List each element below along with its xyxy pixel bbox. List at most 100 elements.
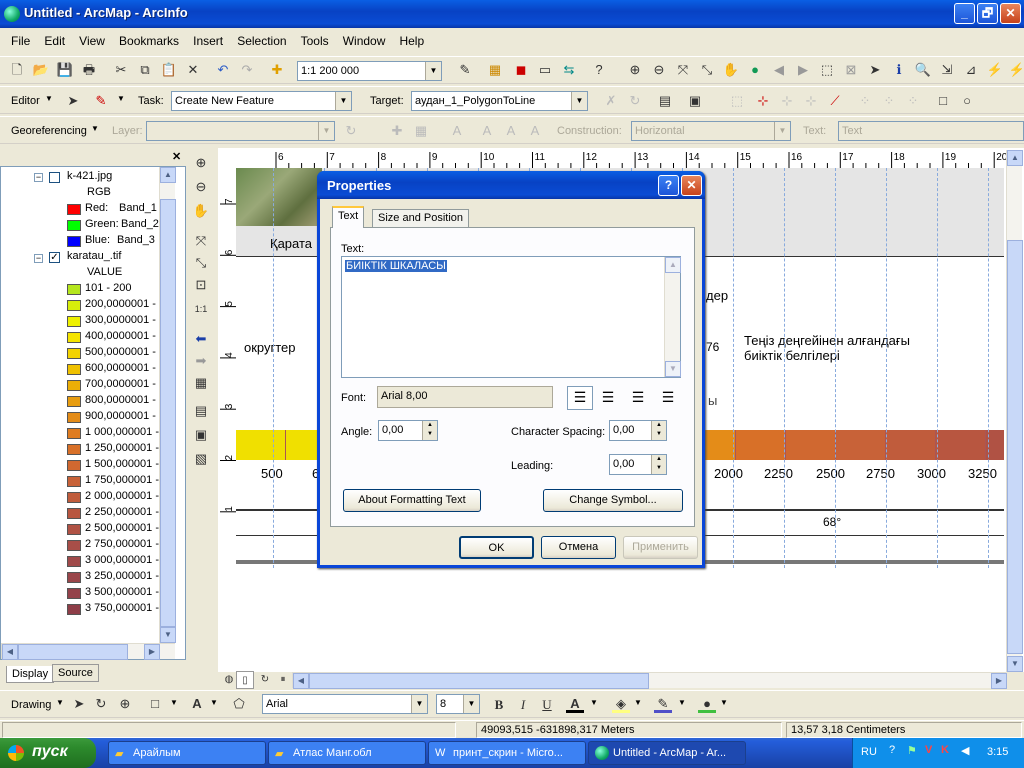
rotate-icon[interactable]: ↻ bbox=[342, 122, 360, 140]
restore-button[interactable]: 🗗 bbox=[977, 3, 998, 24]
map-topology-icon[interactable]: ⊹ bbox=[778, 92, 796, 110]
add-data-icon[interactable]: ✚ bbox=[268, 61, 286, 79]
fixed-zoom-in-icon[interactable]: ⤧ bbox=[674, 61, 692, 79]
class-swatch[interactable] bbox=[67, 572, 81, 583]
chevron-down-icon[interactable]: ▼ bbox=[425, 62, 441, 80]
toc-scrollbar[interactable]: ▲ ▼ bbox=[159, 167, 176, 643]
title-bar[interactable]: Untitled - ArcMap - ArcInfo _ 🗗 ✕ bbox=[0, 0, 1024, 28]
circle-icon[interactable]: ○ bbox=[958, 92, 976, 110]
redo-icon[interactable]: ↷ bbox=[238, 61, 256, 79]
drawing-menu[interactable]: Drawing bbox=[11, 699, 51, 711]
help-button[interactable]: ? bbox=[658, 175, 679, 196]
guide-line[interactable] bbox=[273, 168, 274, 568]
focus-data-frame-icon[interactable]: ▣ bbox=[192, 426, 210, 444]
target-combo[interactable]: аудан_1_PolygonToLine ▼ bbox=[411, 91, 588, 111]
class-swatch[interactable] bbox=[67, 540, 81, 551]
clear-selection-icon[interactable]: ⊠ bbox=[842, 61, 860, 79]
add-control-points-icon[interactable]: ✚ bbox=[388, 122, 406, 140]
italic-button[interactable]: I bbox=[514, 696, 532, 714]
layer-checkbox[interactable] bbox=[49, 172, 60, 183]
text-area-scrollbar[interactable]: ▲ ▼ bbox=[664, 257, 681, 377]
minimize-button[interactable]: _ bbox=[954, 3, 975, 24]
chevron-down-icon[interactable]: ▼ bbox=[91, 124, 99, 133]
chevron-down-icon[interactable]: ▼ bbox=[634, 698, 642, 707]
command-line-icon[interactable]: ▭ bbox=[536, 61, 554, 79]
network-icon[interactable]: ⚑ bbox=[907, 744, 917, 757]
scroll-left-icon[interactable]: ◀ bbox=[293, 673, 309, 689]
angle-input[interactable]: 0,00 ▲ ▼ bbox=[378, 420, 438, 441]
font-combo[interactable]: Arial ▼ bbox=[262, 694, 428, 714]
georeferencing-menu[interactable]: Georeferencing bbox=[11, 125, 87, 137]
guide-line[interactable] bbox=[835, 168, 836, 568]
topology-rules-icon[interactable]: ⁘ bbox=[904, 92, 922, 110]
sketch-tool-icon[interactable]: ✎ bbox=[92, 92, 110, 110]
scroll-thumb[interactable] bbox=[309, 673, 649, 689]
menu-insert[interactable]: Insert bbox=[193, 30, 223, 48]
help-icon[interactable]: ? bbox=[889, 744, 895, 756]
layout-view-icon[interactable]: ▯ bbox=[236, 671, 254, 689]
editor-toolbar-icon[interactable]: ✎ bbox=[456, 61, 474, 79]
attributes-icon[interactable]: ▤ bbox=[656, 92, 674, 110]
class-swatch[interactable] bbox=[67, 412, 81, 423]
class-swatch[interactable] bbox=[67, 380, 81, 391]
tab-text[interactable]: Text bbox=[332, 206, 365, 228]
print-icon[interactable]: 🖶 bbox=[80, 61, 98, 79]
chevron-down-icon[interactable]: ▼ bbox=[590, 698, 598, 707]
scroll-right-icon[interactable]: ▶ bbox=[991, 673, 1007, 689]
zoom-out-icon[interactable]: ⊖ bbox=[650, 61, 668, 79]
arccatalog-icon[interactable]: ▦ bbox=[486, 61, 504, 79]
map-text[interactable]: 76 bbox=[706, 340, 719, 354]
text-area[interactable]: БИІКТІК ШКАЛАСЫ ▲ ▼ bbox=[341, 256, 681, 378]
text-a-icon[interactable]: A bbox=[478, 122, 496, 140]
scroll-up-icon[interactable]: ▲ bbox=[160, 167, 176, 183]
toggle-draft-icon[interactable]: ▤ bbox=[192, 402, 210, 420]
rotate-icon[interactable]: ↻ bbox=[92, 695, 110, 713]
paste-icon[interactable]: 📋 bbox=[160, 61, 178, 79]
layer-name[interactable]: k-421.jpg bbox=[67, 170, 112, 186]
font-size-combo[interactable]: 8 ▼ bbox=[436, 694, 480, 714]
zoom-to-elements-icon[interactable]: ⊕ bbox=[116, 695, 134, 713]
error-inspector-icon[interactable]: ⁘ bbox=[880, 92, 898, 110]
volume-icon[interactable]: ◀ bbox=[961, 744, 969, 757]
zoom-control-icon[interactable]: ▦ bbox=[192, 374, 210, 392]
map-text[interactable]: округтер bbox=[244, 340, 296, 355]
map-text[interactable]: ы bbox=[708, 393, 717, 408]
start-button[interactable]: пуск bbox=[0, 738, 96, 768]
back-extent-icon[interactable]: ◀ bbox=[770, 61, 788, 79]
class-swatch[interactable] bbox=[67, 332, 81, 343]
text-input[interactable]: Text bbox=[838, 121, 1024, 141]
fixed-zoom-icon[interactable]: ⤡ bbox=[192, 254, 210, 272]
change-layout-icon[interactable]: ▧ bbox=[192, 450, 210, 468]
cut-icon[interactable]: ✂ bbox=[112, 61, 130, 79]
select-features-icon[interactable]: ⬚ bbox=[818, 61, 836, 79]
zoom-100-icon[interactable]: ⊡ bbox=[192, 276, 210, 294]
layer-checkbox[interactable]: ✓ bbox=[49, 252, 60, 263]
whats-this-icon[interactable]: ? bbox=[590, 61, 608, 79]
about-formatting-text-button[interactable]: About Formatting Text bbox=[343, 489, 481, 512]
chevron-down-icon[interactable]: ▼ bbox=[56, 698, 64, 707]
guide-line[interactable] bbox=[937, 168, 938, 568]
edit-tool-icon[interactable]: ➤ bbox=[64, 92, 82, 110]
save-icon[interactable]: 💾 bbox=[56, 61, 74, 79]
show-shared-icon[interactable]: ⊹ bbox=[802, 92, 820, 110]
map-scale-combo[interactable]: 1:1 200 000 ▼ bbox=[297, 61, 442, 81]
tab-size-and-position[interactable]: Size and Position bbox=[372, 209, 469, 228]
class-swatch[interactable] bbox=[67, 428, 81, 439]
rectangle-icon[interactable]: □ bbox=[934, 92, 952, 110]
leading-input[interactable]: 0,00 ▲ ▼ bbox=[609, 454, 667, 475]
chevron-down-icon[interactable]: ▼ bbox=[45, 94, 53, 103]
identify-icon[interactable]: ℹ bbox=[890, 61, 908, 79]
spin-arrows-icon[interactable]: ▲ ▼ bbox=[422, 421, 437, 440]
select-elements-icon[interactable]: ➤ bbox=[70, 695, 88, 713]
cancel-button[interactable]: Отмена bbox=[541, 536, 616, 559]
degree-label[interactable]: 68° bbox=[823, 515, 841, 529]
class-swatch[interactable] bbox=[67, 524, 81, 535]
topology-edit-icon[interactable]: ⊹ bbox=[754, 92, 772, 110]
class-swatch[interactable] bbox=[67, 460, 81, 471]
menu-view[interactable]: View bbox=[79, 30, 105, 48]
sketch-properties-icon[interactable]: ▣ bbox=[686, 92, 704, 110]
refresh-icon[interactable]: ↻ bbox=[256, 671, 274, 689]
measure-icon[interactable]: ⊿ bbox=[962, 61, 980, 79]
tab-source[interactable]: Source bbox=[52, 664, 99, 682]
taskbar-item[interactable]: Wпринт_скрин - Micro... bbox=[428, 741, 586, 765]
